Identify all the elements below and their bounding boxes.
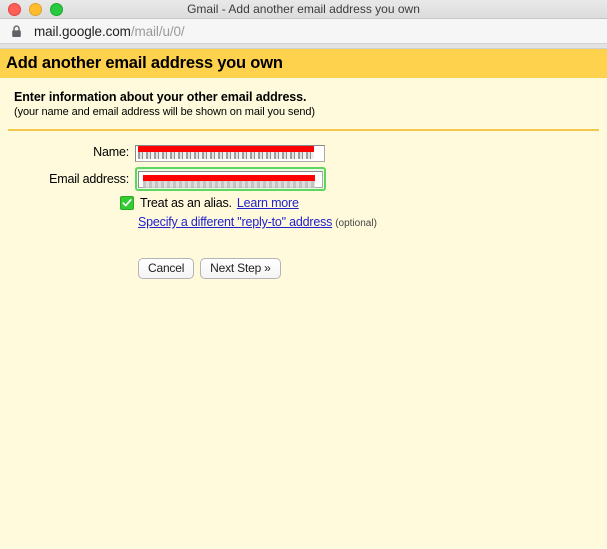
optional-label: (optional) <box>335 218 377 229</box>
intro-subtext: (your name and email address will be sho… <box>14 106 315 118</box>
close-button[interactable] <box>8 2 21 16</box>
learn-more-link[interactable]: Learn more <box>237 196 299 210</box>
alias-checkbox[interactable] <box>120 196 134 210</box>
email-field-wrapper <box>135 166 326 191</box>
name-field-wrapper <box>135 143 325 162</box>
form-buttons: Cancel Next Step » <box>0 258 607 279</box>
url-domain: mail.google.com <box>34 23 131 39</box>
cancel-button[interactable]: Cancel <box>138 258 195 279</box>
name-label: Name: <box>93 145 129 160</box>
email-label: Email address: <box>49 171 129 186</box>
next-step-button[interactable]: Next Step » <box>200 258 281 279</box>
minimize-button[interactable] <box>29 2 42 16</box>
traffic-light-group <box>0 2 63 16</box>
lock-icon <box>10 24 22 38</box>
alias-label: Treat as an alias. <box>140 196 232 210</box>
name-row: Name: <box>0 143 607 162</box>
window-titlebar: Gmail - Add another email address you ow… <box>0 0 607 19</box>
email-input[interactable] <box>138 171 323 188</box>
page-content: Add another email address you own Enter … <box>0 49 607 549</box>
browser-url-bar[interactable]: mail.google.com/mail/u/0/ <box>0 19 607 44</box>
url-path: /mail/u/0/ <box>130 23 185 39</box>
email-form: Name: Email address: Treat as an alias. … <box>0 131 607 279</box>
window-title: Gmail - Add another email address you ow… <box>187 2 420 16</box>
alias-row: Treat as an alias. Learn more <box>0 196 607 210</box>
url-text: mail.google.com/mail/u/0/ <box>34 24 185 39</box>
reply-to-link[interactable]: Specify a different "reply-to" address <box>138 215 332 229</box>
checkmark-icon <box>122 199 132 207</box>
maximize-button[interactable] <box>50 2 63 16</box>
email-row: Email address: <box>0 166 607 191</box>
name-input[interactable] <box>135 144 325 162</box>
intro-headline: Enter information about your other email… <box>14 90 307 104</box>
page-title: Add another email address you own <box>6 54 283 72</box>
intro-section: Enter information about your other email… <box>0 78 607 118</box>
reply-to-row: Specify a different "reply-to" address (o… <box>0 213 607 231</box>
page-header-bar: Add another email address you own <box>0 49 607 78</box>
